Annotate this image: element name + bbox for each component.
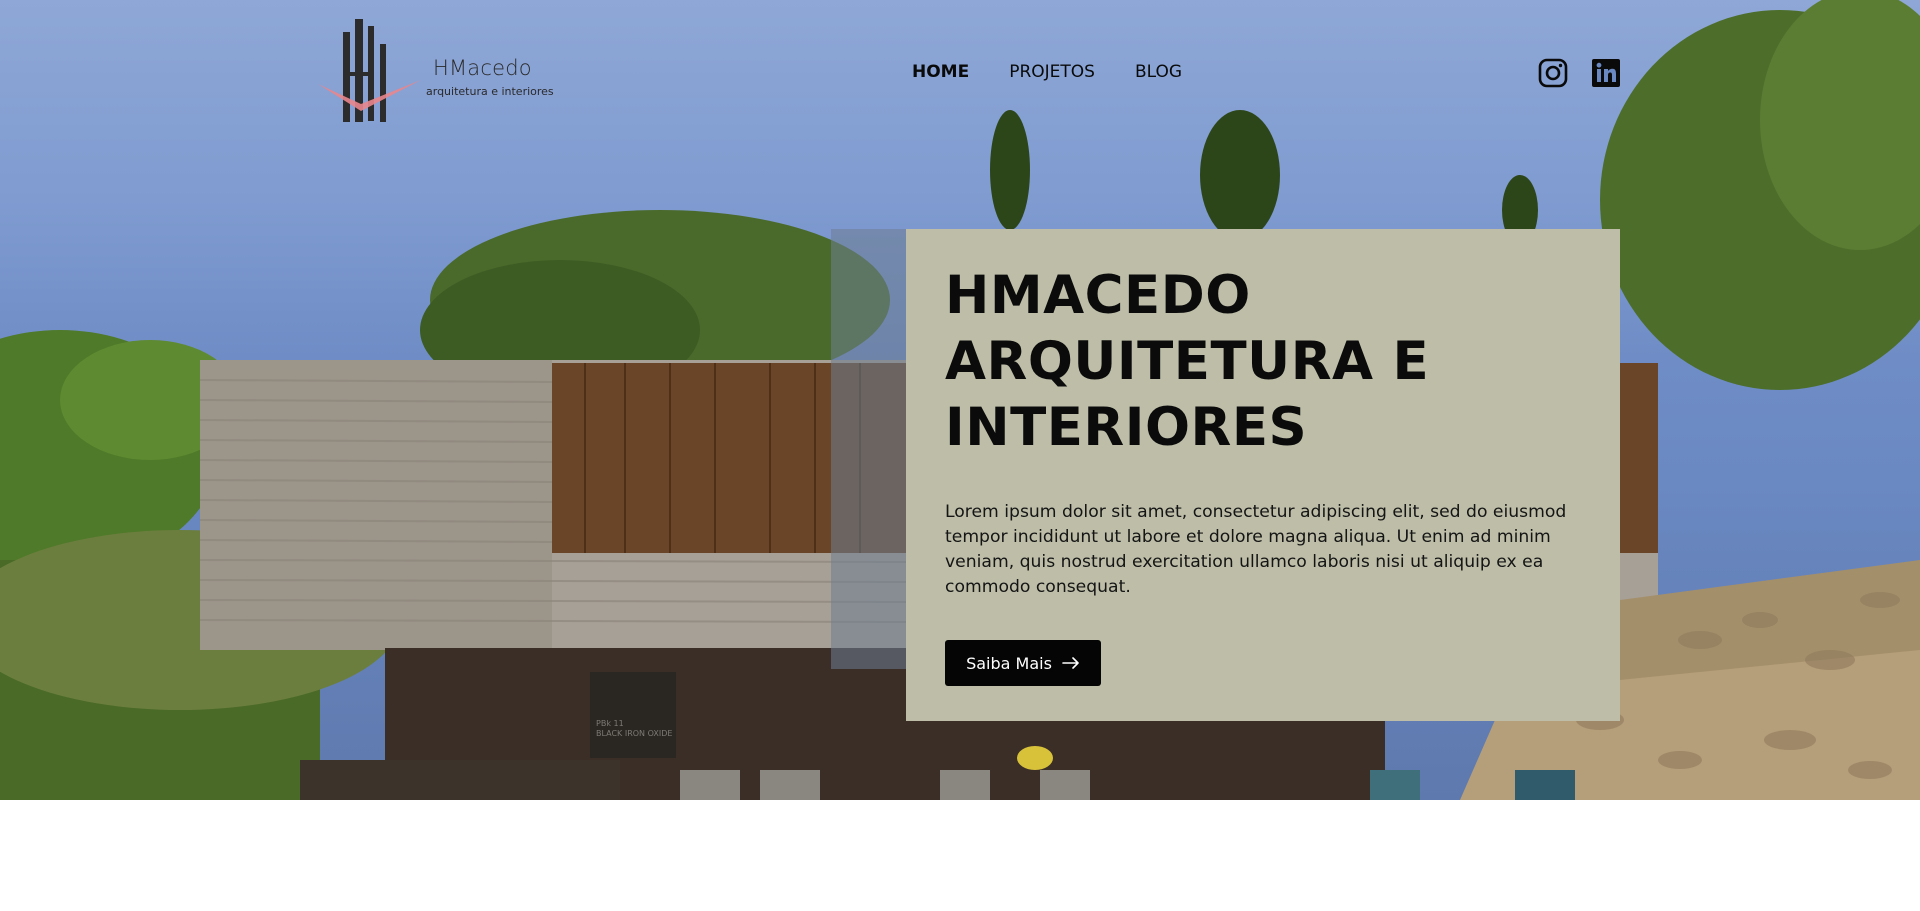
nav-item-blog[interactable]: BLOG (1135, 62, 1182, 82)
svg-text:PBk 11: PBk 11 (596, 719, 624, 728)
arrow-right-icon (1062, 657, 1079, 669)
hero-description: Lorem ipsum dolor sit amet, consectetur … (945, 502, 1567, 597)
cta-label: Saiba Mais (966, 653, 1052, 673)
hero-section: PBk 11 BLACK IRON OXIDE HMacedo arquitet… (0, 0, 1920, 800)
brand-name: HMacedo (433, 56, 532, 80)
linkedin-icon[interactable] (1591, 58, 1621, 88)
hero-headline: HMACEDO ARQUITETURA E INTERIORES (945, 265, 1430, 458)
instagram-icon[interactable] (1538, 58, 1568, 88)
decorative-overlay (831, 229, 906, 669)
nav-item-projetos[interactable]: PROJETOS (1009, 62, 1095, 82)
hero-card: HMACEDO ARQUITETURA E INTERIORES Lorem i… (906, 229, 1620, 721)
svg-text:BLACK IRON OXIDE: BLACK IRON OXIDE (596, 729, 672, 738)
main-nav: HOME PROJETOS BLOG (912, 62, 1182, 82)
nav-item-home[interactable]: HOME (912, 62, 969, 82)
logo-mark-icon (318, 19, 421, 122)
brand-logo[interactable]: HMacedo arquitetura e interiores (315, 14, 554, 132)
saiba-mais-button[interactable]: Saiba Mais (945, 640, 1101, 686)
brand-tagline: arquitetura e interiores (426, 85, 554, 98)
page-lower-area (0, 800, 1920, 911)
